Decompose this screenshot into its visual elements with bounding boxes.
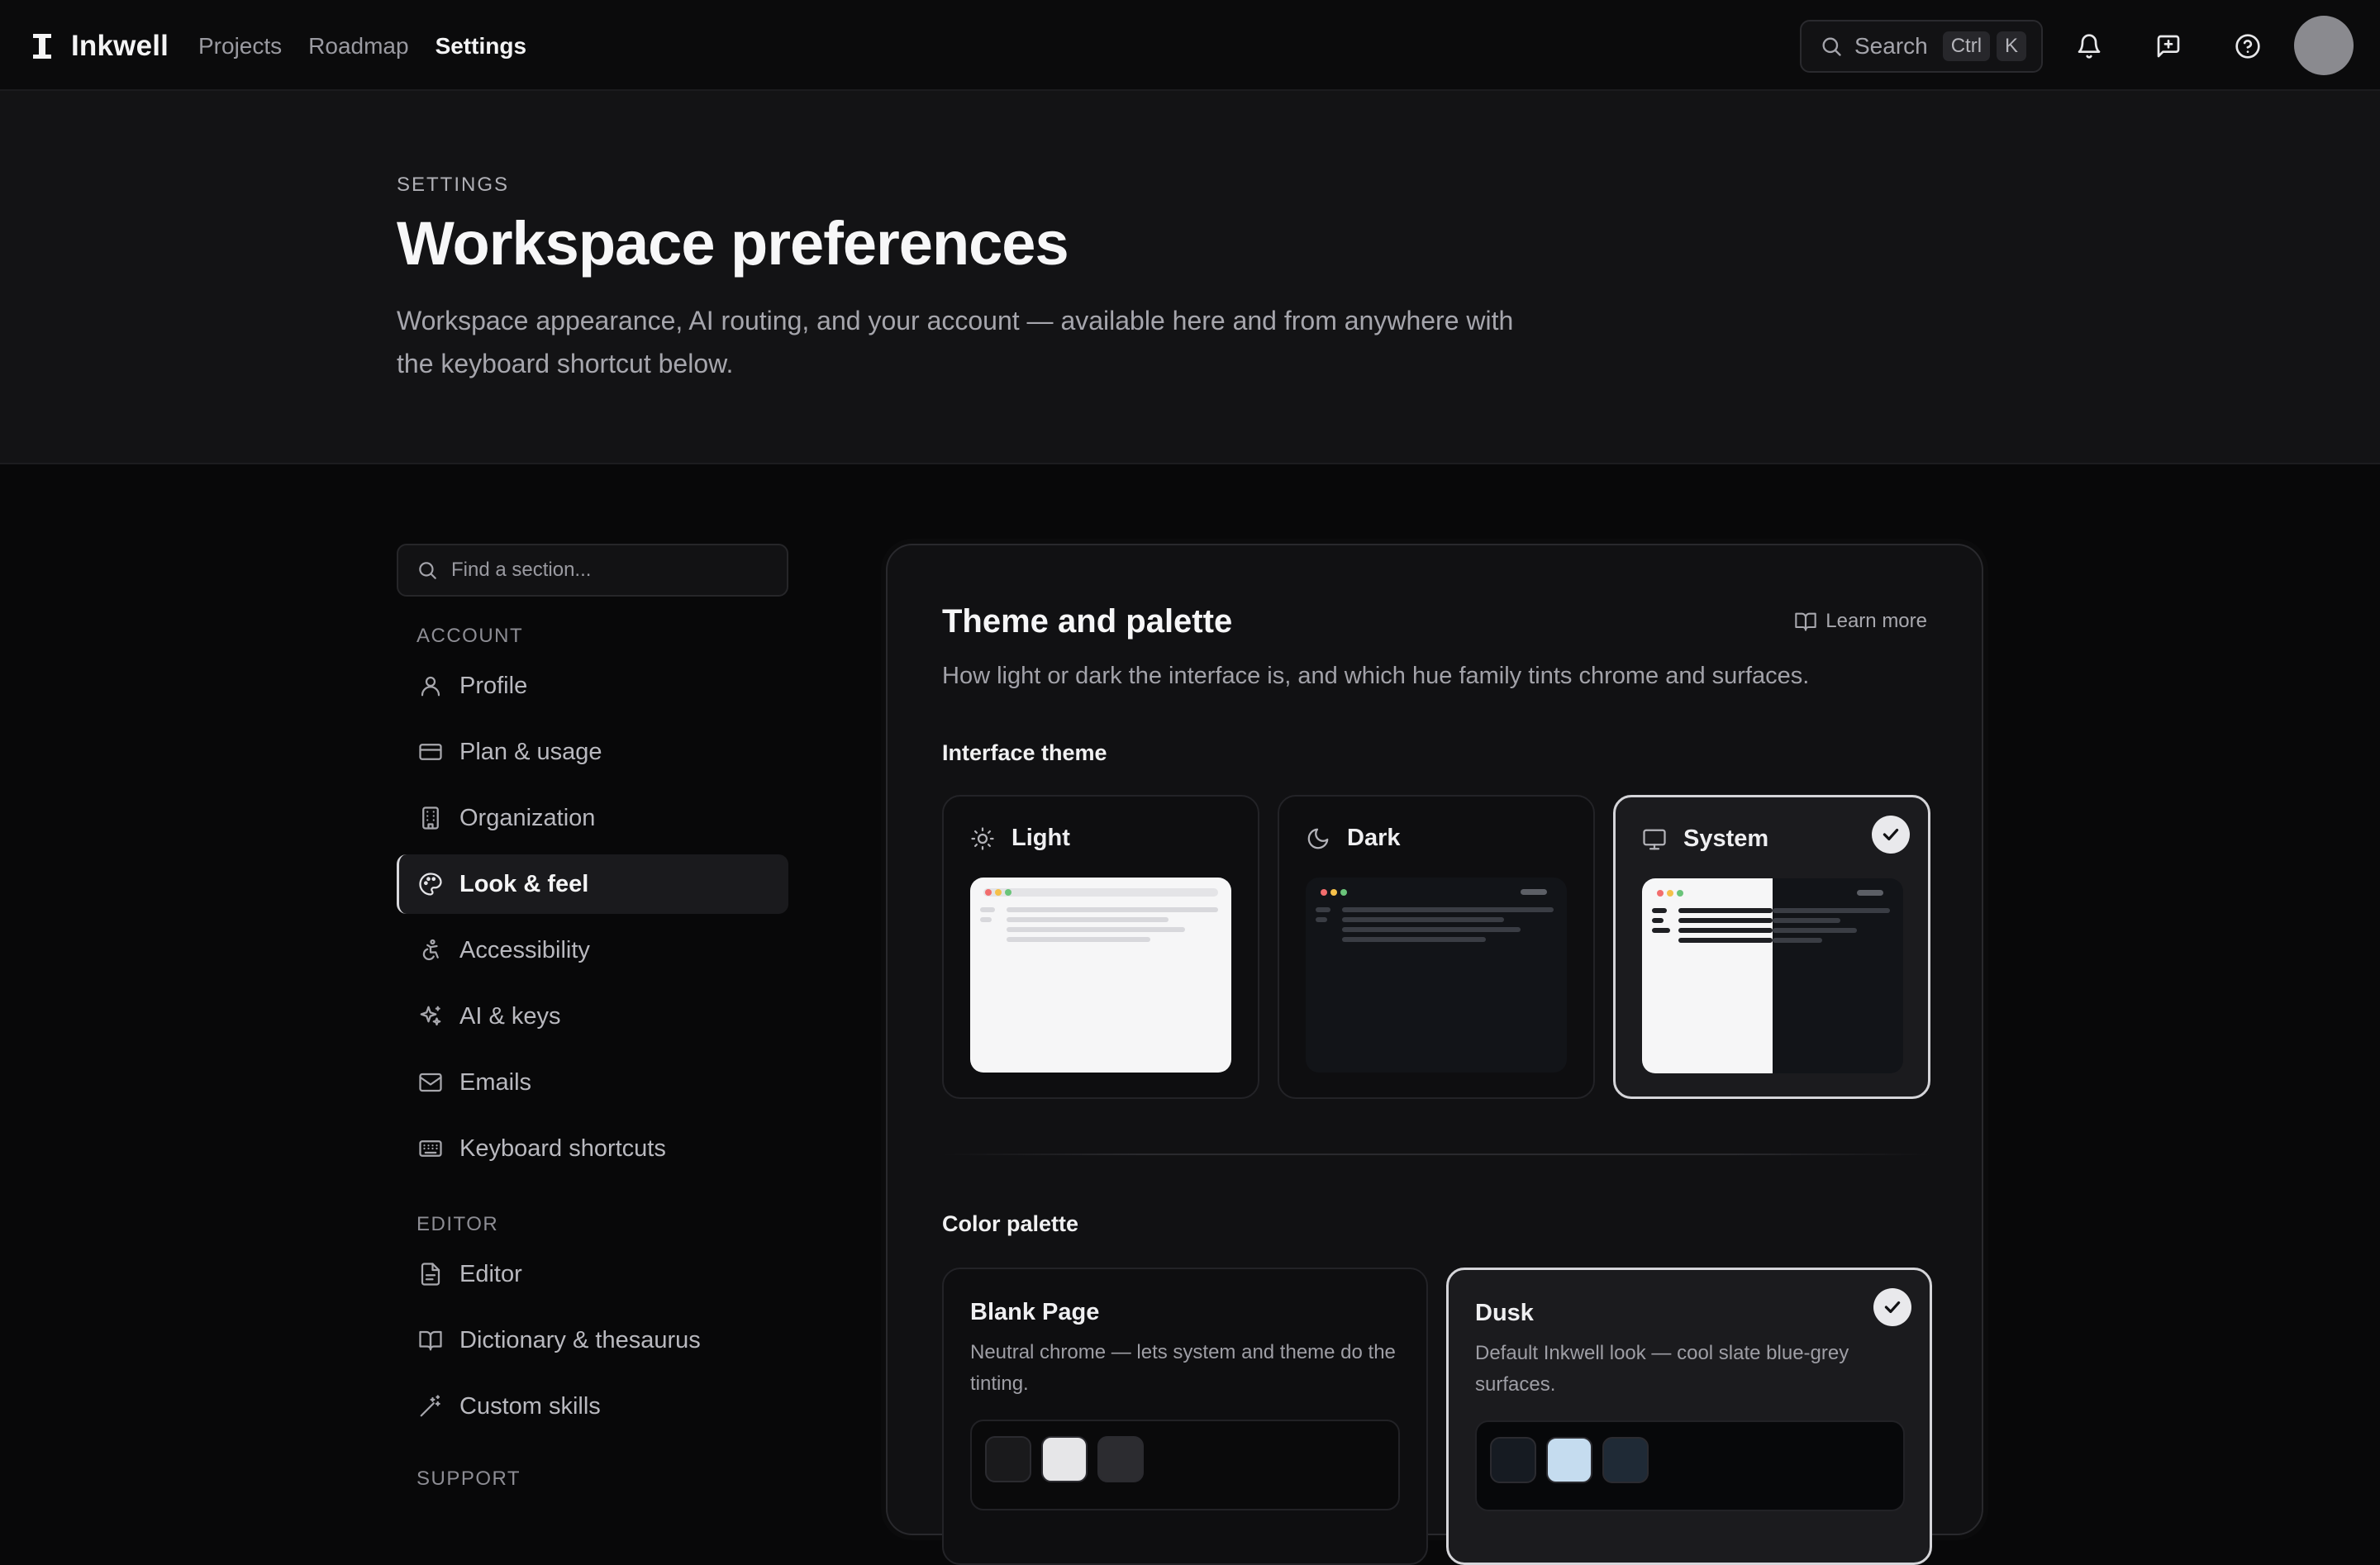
main-nav: Projects Roadmap Settings [198, 28, 526, 64]
palette-option-blank-page[interactable]: Blank Page Neutral chrome — lets system … [942, 1268, 1428, 1565]
sidebar-item-label: AI & keys [459, 1002, 561, 1030]
sidebar-item-label: Look & feel [459, 870, 589, 897]
sidebar-item-label: Accessibility [459, 936, 590, 963]
sidebar-item-label: Organization [459, 804, 596, 831]
palette-option-label: Blank Page [970, 1299, 1100, 1325]
sidebar-section-editor: EDITOR [416, 1213, 499, 1235]
credit-card-icon [419, 744, 442, 760]
card-title: Theme and palette [942, 603, 1233, 640]
palette-option-description: Default Inkwell look — cool slate blue-g… [1475, 1342, 1849, 1396]
palette-option-label: Dusk [1475, 1300, 1534, 1326]
page-eyebrow: SETTINGS [397, 174, 510, 196]
section-search-placeholder: Find a section... [451, 559, 592, 581]
nav-settings[interactable]: Settings [436, 33, 526, 59]
theme-option-label: System [1683, 825, 1769, 852]
sidebar-item-label: Profile [459, 672, 528, 699]
dark-theme-preview [1306, 878, 1567, 1073]
sidebar-item-dictionary-thesaurus[interactable]: Dictionary & thesaurus [397, 1311, 788, 1370]
learn-more-label: Learn more [1825, 610, 1927, 632]
book-open-icon [1795, 612, 1816, 631]
palette-swatch [1097, 1436, 1144, 1482]
interface-theme-heading: Interface theme [942, 740, 1107, 765]
theme-option-system[interactable]: System [1613, 795, 1930, 1099]
moon-icon [1307, 828, 1329, 849]
sidebar-item-custom-skills[interactable]: Custom skills [397, 1377, 788, 1436]
nav-roadmap[interactable]: Roadmap [308, 33, 408, 59]
search-icon [419, 562, 436, 579]
help-button[interactable] [2230, 28, 2266, 64]
inkwell-logo-icon [33, 34, 51, 59]
palette-swatch [1546, 1437, 1592, 1483]
accessibility-icon [422, 939, 439, 961]
palette-swatch [1490, 1437, 1536, 1483]
file-text-icon [421, 1263, 440, 1286]
app-name: Inkwell [71, 30, 169, 62]
mail-icon [419, 1073, 442, 1092]
sidebar-item-keyboard-shortcuts[interactable]: Keyboard shortcuts [397, 1119, 788, 1178]
page-header: SETTINGS Workspace preferences Workspace… [0, 91, 2380, 464]
system-theme-preview [1642, 878, 1903, 1073]
card-description: How light or dark the interface is, and … [942, 663, 1810, 689]
sun-icon [971, 826, 994, 850]
keyboard-icon [419, 1140, 442, 1157]
selected-check-icon [1872, 816, 1910, 854]
sidebar-item-accessibility[interactable]: Accessibility [397, 920, 788, 980]
sidebar-item-label: Keyboard shortcuts [459, 1135, 666, 1162]
theme-option-label: Dark [1347, 825, 1401, 851]
bell-icon [2078, 34, 2101, 59]
help-icon [2235, 34, 2260, 59]
section-divider [942, 1154, 1930, 1155]
palette-option-dusk[interactable]: Dusk Default Inkwell look — cool slate b… [1446, 1268, 1932, 1565]
page-subtitle: Workspace appearance, AI routing, and yo… [397, 306, 1514, 378]
sidebar-item-ai-keys[interactable]: AI & keys [397, 987, 788, 1046]
building-icon [422, 806, 439, 830]
sidebar-item-label: Editor [459, 1260, 522, 1287]
sidebar-item-organization[interactable]: Organization [397, 788, 788, 848]
theme-palette-card: Theme and palette Learn more How light o… [886, 544, 1983, 1565]
brand[interactable]: Inkwell [31, 28, 169, 64]
light-theme-preview [970, 878, 1231, 1073]
nav-projects[interactable]: Projects [198, 33, 282, 59]
feedback-icon [2157, 35, 2180, 58]
palette-swatch [1602, 1437, 1649, 1483]
search-icon [1822, 37, 1841, 56]
avatar[interactable] [2294, 16, 2354, 75]
sidebar-item-look-feel[interactable]: Look & feel [397, 854, 788, 914]
sidebar-item-emails[interactable]: Emails [397, 1053, 788, 1112]
notifications-button[interactable] [2071, 28, 2107, 64]
shortcut-key-ctrl: Ctrl [1942, 31, 1991, 61]
section-search-input[interactable]: Find a section... [397, 544, 788, 597]
theme-option-light[interactable]: Light [942, 795, 1259, 1099]
theme-option-label: Light [1011, 825, 1070, 851]
book-open-icon [419, 1330, 442, 1351]
sidebar-section-account: ACCOUNT [416, 625, 524, 647]
shortcut-key-k: K [1997, 31, 2027, 61]
sidebar-item-label: Dictionary & thesaurus [459, 1326, 701, 1353]
feedback-button[interactable] [2150, 28, 2187, 64]
theme-option-dark[interactable]: Dark [1278, 795, 1595, 1099]
wand-icon [420, 1395, 440, 1417]
sidebar-item-editor[interactable]: Editor [397, 1244, 788, 1304]
user-icon [421, 676, 440, 697]
sidebar-item-label: Plan & usage [459, 738, 602, 765]
search-label: Search [1854, 33, 1928, 59]
palette-swatches [970, 1420, 1400, 1510]
sidebar-item-profile[interactable]: Profile [397, 656, 788, 716]
global-search-button[interactable]: Search Ctrl K [1800, 20, 2043, 73]
palette-swatch [1041, 1436, 1088, 1482]
selected-check-icon [1873, 1288, 1911, 1326]
top-bar: Inkwell Projects Roadmap Settings Search… [0, 0, 2380, 91]
palette-option-description: Neutral chrome — lets system and theme d… [970, 1341, 1396, 1395]
sidebar-item-label: Emails [459, 1068, 532, 1096]
palette-swatches [1475, 1420, 1905, 1511]
monitor-icon [1643, 829, 1666, 849]
sparkles-icon [420, 1006, 441, 1026]
palette-swatch [985, 1436, 1031, 1482]
sidebar-item-label: Custom skills [459, 1392, 601, 1420]
page-title: Workspace preferences [397, 209, 1069, 278]
learn-more-link[interactable]: Learn more [1794, 610, 1927, 633]
sidebar-item-plan-usage[interactable]: Plan & usage [397, 722, 788, 782]
color-palette-heading: Color palette [942, 1211, 1079, 1236]
palette-icon [419, 873, 442, 896]
